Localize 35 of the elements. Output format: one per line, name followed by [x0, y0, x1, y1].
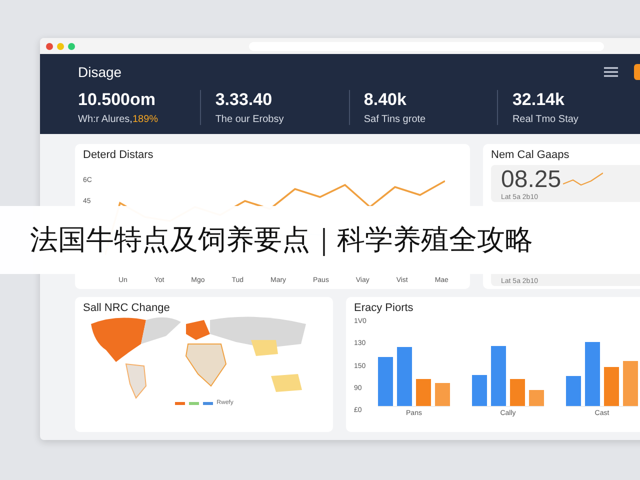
chart-bar	[604, 366, 619, 406]
maximize-dot[interactable]	[68, 42, 75, 50]
sparkline-icon	[563, 172, 604, 188]
legend-swatch	[202, 402, 213, 404]
chart-bar	[472, 374, 487, 406]
chart-bar	[416, 378, 431, 406]
card-title: Nem Cal Gaaps	[491, 149, 570, 161]
card-title: Eracy Piorts	[354, 302, 414, 314]
close-dot[interactable]	[46, 42, 53, 50]
stat-label: Saf Tins grote	[364, 114, 427, 125]
dashboard-title: Disage	[78, 64, 123, 80]
chart-bar	[566, 376, 581, 406]
stat-value: 32.14k	[512, 90, 566, 110]
card-title: Sall NRC Change	[83, 302, 170, 314]
chart-bar	[623, 360, 638, 406]
legend-swatch	[188, 402, 199, 404]
chart-bar	[435, 383, 450, 406]
minimize-dot[interactable]	[57, 42, 64, 50]
chart-bar	[529, 390, 544, 406]
stat-label: The our Erobsy	[215, 114, 285, 125]
gauge-value: 08.25	[501, 166, 562, 194]
stat-label: Real Tmo Stay	[512, 114, 580, 125]
chart-bar	[585, 342, 600, 406]
stat-value: 10.500om	[78, 90, 156, 110]
menu-icon[interactable]	[604, 67, 618, 77]
stat-value: 3.33.40	[215, 90, 274, 110]
chart-bar	[378, 356, 393, 406]
card-title: Deterd Distars	[83, 149, 154, 161]
chart-bar	[397, 346, 412, 406]
stat-label: Wh:r Alures,189%	[78, 114, 160, 125]
stat-value: 8.40k	[364, 90, 408, 110]
chart-bar	[510, 378, 525, 406]
legend-swatch	[174, 402, 185, 404]
banner-title: 法国牛特点及饲养要点｜科学养殖全攻略	[30, 222, 533, 258]
chart-bar	[491, 346, 506, 406]
